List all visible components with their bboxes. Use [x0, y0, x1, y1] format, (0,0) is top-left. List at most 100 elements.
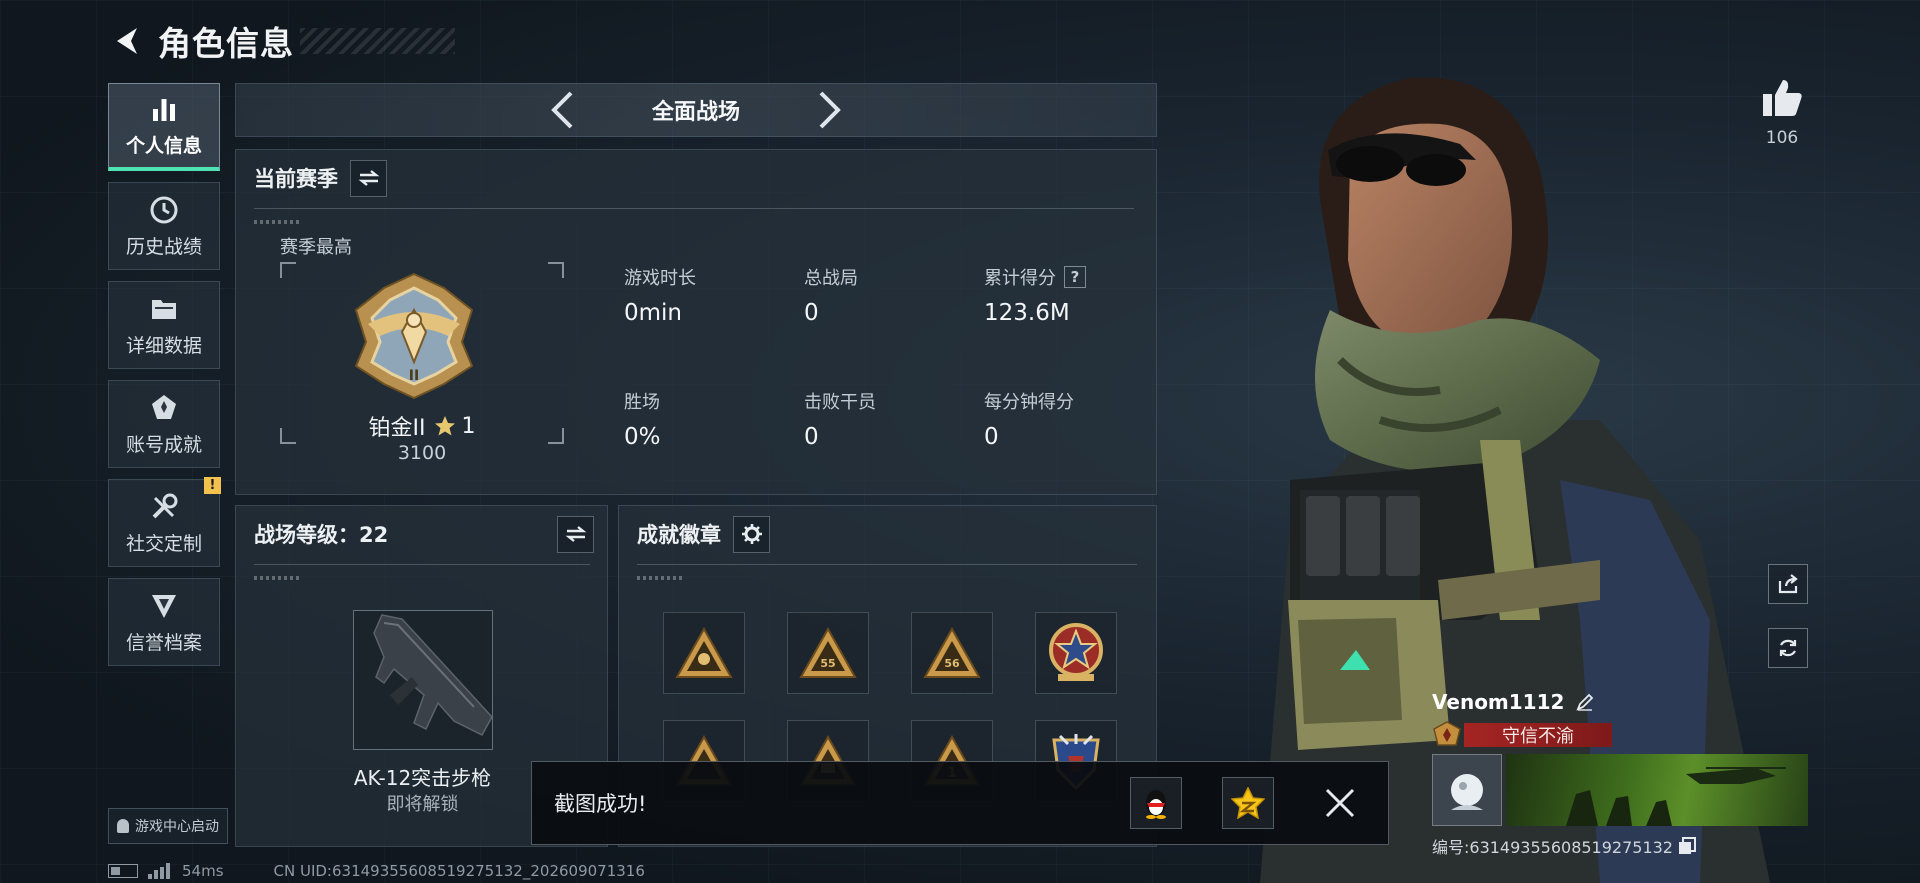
triangle-medal-icon: 55 [799, 626, 857, 678]
stat-value: 0min [624, 300, 683, 326]
divider-dash [254, 220, 302, 224]
alert-badge: ! [204, 477, 221, 494]
refresh-icon [1779, 639, 1797, 657]
launch-label: 游戏中心启动 [135, 819, 219, 835]
help-button[interactable]: ? [1064, 266, 1086, 288]
stat-win-rate: 胜场 0% [624, 388, 661, 450]
badge-settings-button[interactable] [733, 515, 770, 553]
divider [254, 208, 1134, 209]
copy-icon[interactable] [1677, 836, 1697, 856]
qq-penguin-icon [1146, 790, 1166, 819]
stat-label: 胜场 [624, 392, 660, 413]
player-name: Venom1112 [1432, 690, 1565, 714]
assault-rifle-icon [354, 611, 492, 749]
sidebar-item-reputation[interactable]: 信誉档案 [108, 578, 220, 666]
swap-icon [565, 526, 586, 542]
bar-chart-icon [148, 93, 180, 125]
page-header: 角色信息 [108, 18, 455, 64]
ping-value: 54ms [182, 862, 224, 880]
sidebar-item-history[interactable]: 历史战绩 [108, 182, 220, 270]
switch-season-button[interactable] [350, 159, 387, 197]
stat-value: 0% [624, 424, 661, 450]
refresh-button[interactable] [1768, 628, 1808, 668]
stat-play-time: 游戏时长 0min [624, 264, 696, 326]
sidebar-item-label: 社交定制 [125, 532, 202, 555]
battery-icon [108, 864, 138, 878]
sidebar: 个人信息 历史战绩 详细数据 账号成就 ! 社交定制 信誉档案 [108, 83, 221, 677]
share-qzone-button[interactable] [1222, 777, 1274, 829]
sidebar-item-detailed-data[interactable]: 详细数据 [108, 281, 220, 369]
like-button[interactable]: 106 [1752, 78, 1812, 148]
player-banner[interactable] [1506, 754, 1808, 826]
prev-mode-button[interactable] [542, 88, 582, 132]
stat-total-matches: 总战局 0 [804, 264, 858, 326]
back-button[interactable] [108, 21, 148, 61]
divider [254, 564, 590, 565]
stat-label: 累计得分 [984, 268, 1056, 289]
page-title: 角色信息 [158, 24, 294, 63]
achievement-medal[interactable]: 55 [787, 612, 869, 694]
stat-label: 总战局 [804, 268, 858, 289]
title-decoration [300, 28, 455, 54]
sidebar-item-label: 账号成就 [125, 433, 202, 456]
swap-icon [358, 170, 379, 186]
star-medal-icon [1049, 623, 1103, 681]
divider-dash [254, 576, 302, 580]
like-count: 106 [1765, 128, 1799, 148]
title-emblem-icon [1433, 721, 1461, 746]
stat-kills: 击败干员 0 [804, 388, 876, 450]
sidebar-item-social-custom[interactable]: ! 社交定制 [108, 477, 221, 567]
sidebar-item-personal-info[interactable]: 个人信息 [108, 83, 220, 171]
toast-message: 截图成功! [554, 792, 647, 816]
sidebar-item-achievements[interactable]: 账号成就 [108, 380, 220, 468]
gear-icon [741, 524, 762, 544]
qzone-star-icon [1231, 787, 1265, 819]
share-export-button[interactable] [1768, 564, 1808, 604]
weapon-preview[interactable] [353, 610, 493, 750]
pencil-icon [1576, 693, 1594, 711]
achievement-medal[interactable]: 56 [911, 612, 993, 694]
shield-icon [148, 590, 180, 622]
thumbs-up-icon [1763, 80, 1802, 116]
panel-title: 当前赛季 [254, 167, 338, 191]
player-id: 编号:6314935560851927513​2 [1432, 838, 1673, 857]
triangle-medal-icon [675, 626, 733, 678]
next-mode-button[interactable] [810, 88, 850, 132]
stat-score-per-minute: 每分钟得分 0 [984, 388, 1074, 450]
status-bar: 54ms CN UID:6314935560851927513​2_202609… [108, 860, 645, 882]
sidebar-item-label: 详细数据 [125, 334, 202, 357]
mode-title: 全面战场 [651, 100, 740, 125]
medal-icon [148, 392, 180, 424]
share-qq-button[interactable] [1130, 777, 1182, 829]
wrench-icon [148, 491, 180, 523]
player-card: Venom1112 守信不渝 编号:6314935560851927513​2 [1432, 686, 1808, 858]
stat-label: 击败干员 [804, 392, 876, 413]
platinum-rank-badge-icon: II [354, 272, 474, 400]
stat-label: 每分钟得分 [984, 392, 1074, 413]
screenshot-toast: 截图成功! [531, 761, 1389, 845]
player-title: 守信不渝 [1464, 722, 1612, 747]
season-best-label: 赛季最高 [280, 237, 352, 258]
player-title-tag: 守信不渝 [1432, 721, 1808, 748]
folder-icon [148, 293, 180, 325]
signal-icon [148, 863, 172, 879]
sidebar-item-label: 历史战绩 [125, 235, 202, 258]
game-center-launch-button[interactable]: 游戏中心启动 [108, 808, 228, 844]
uid-text: CN UID:6314935560851927513​2_20260907131… [273, 862, 645, 880]
stat-value: 0 [804, 424, 819, 450]
divider [637, 564, 1137, 565]
avatar-image-icon [1451, 774, 1483, 810]
panel-title: 战场等级：22 [254, 523, 389, 547]
rank-name: 铂金II 1 [280, 410, 564, 442]
achievement-medal[interactable] [1035, 612, 1117, 694]
rank-numeral: II [409, 368, 419, 384]
chevron-right-icon [819, 91, 841, 129]
avatar[interactable] [1432, 754, 1502, 826]
stat-value: 0 [984, 424, 999, 450]
share-icon [1778, 574, 1798, 594]
achievement-medal[interactable] [663, 612, 745, 694]
edit-name-button[interactable] [1574, 691, 1596, 713]
close-toast-button[interactable] [1314, 777, 1366, 829]
rank-stars: 1 [461, 413, 476, 439]
switch-level-button[interactable] [557, 515, 594, 553]
